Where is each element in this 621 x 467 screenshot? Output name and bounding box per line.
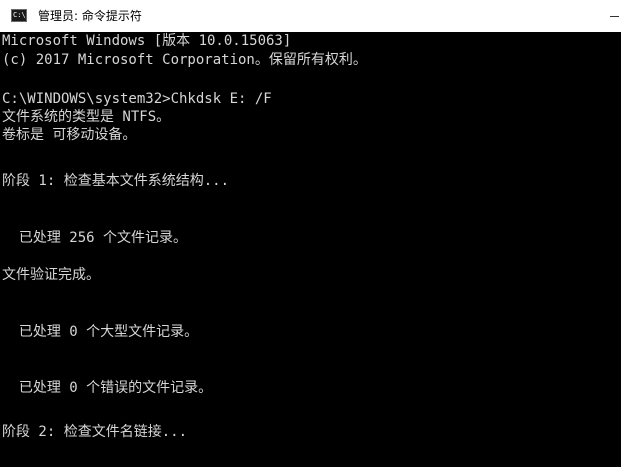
console-line-volume: 卷标是 可移动设备。 — [2, 127, 137, 143]
window-title: 管理员: 命令提示符 — [38, 9, 142, 23]
console-line-verify-done: 文件验证完成。 — [2, 267, 100, 283]
command-prompt-window: C:\_ 管理员: 命令提示符 Microsoft Windows [版本 10… — [0, 0, 621, 467]
console-line-command: C:\WINDOWS\system32>Chkdsk E: /F — [2, 91, 272, 107]
console-line-stage-1: 阶段 1: 检查基本文件系统结构... — [2, 173, 230, 189]
minimize-icon — [610, 16, 619, 17]
console-line-bad-records: 已处理 0 个错误的文件记录。 — [2, 380, 213, 396]
console-line-copyright: (c) 2017 Microsoft Corporation。保留所有权利。 — [2, 52, 367, 68]
title-bar[interactable]: C:\_ 管理员: 命令提示符 — [0, 0, 621, 32]
console-output[interactable]: Microsoft Windows [版本 10.0.15063] (c) 20… — [0, 32, 621, 467]
minimize-button[interactable] — [601, 0, 621, 32]
console-line-version: Microsoft Windows [版本 10.0.15063] — [2, 33, 292, 49]
console-line-processed-files: 已处理 256 个文件记录。 — [2, 230, 188, 246]
console-line-stage-2: 阶段 2: 检查文件名链接... — [2, 424, 188, 440]
console-line-fs-type: 文件系统的类型是 NTFS。 — [2, 109, 171, 125]
console-line-large-records: 已处理 0 个大型文件记录。 — [2, 324, 199, 340]
console-window-icon[interactable]: C:\_ — [11, 9, 27, 22]
